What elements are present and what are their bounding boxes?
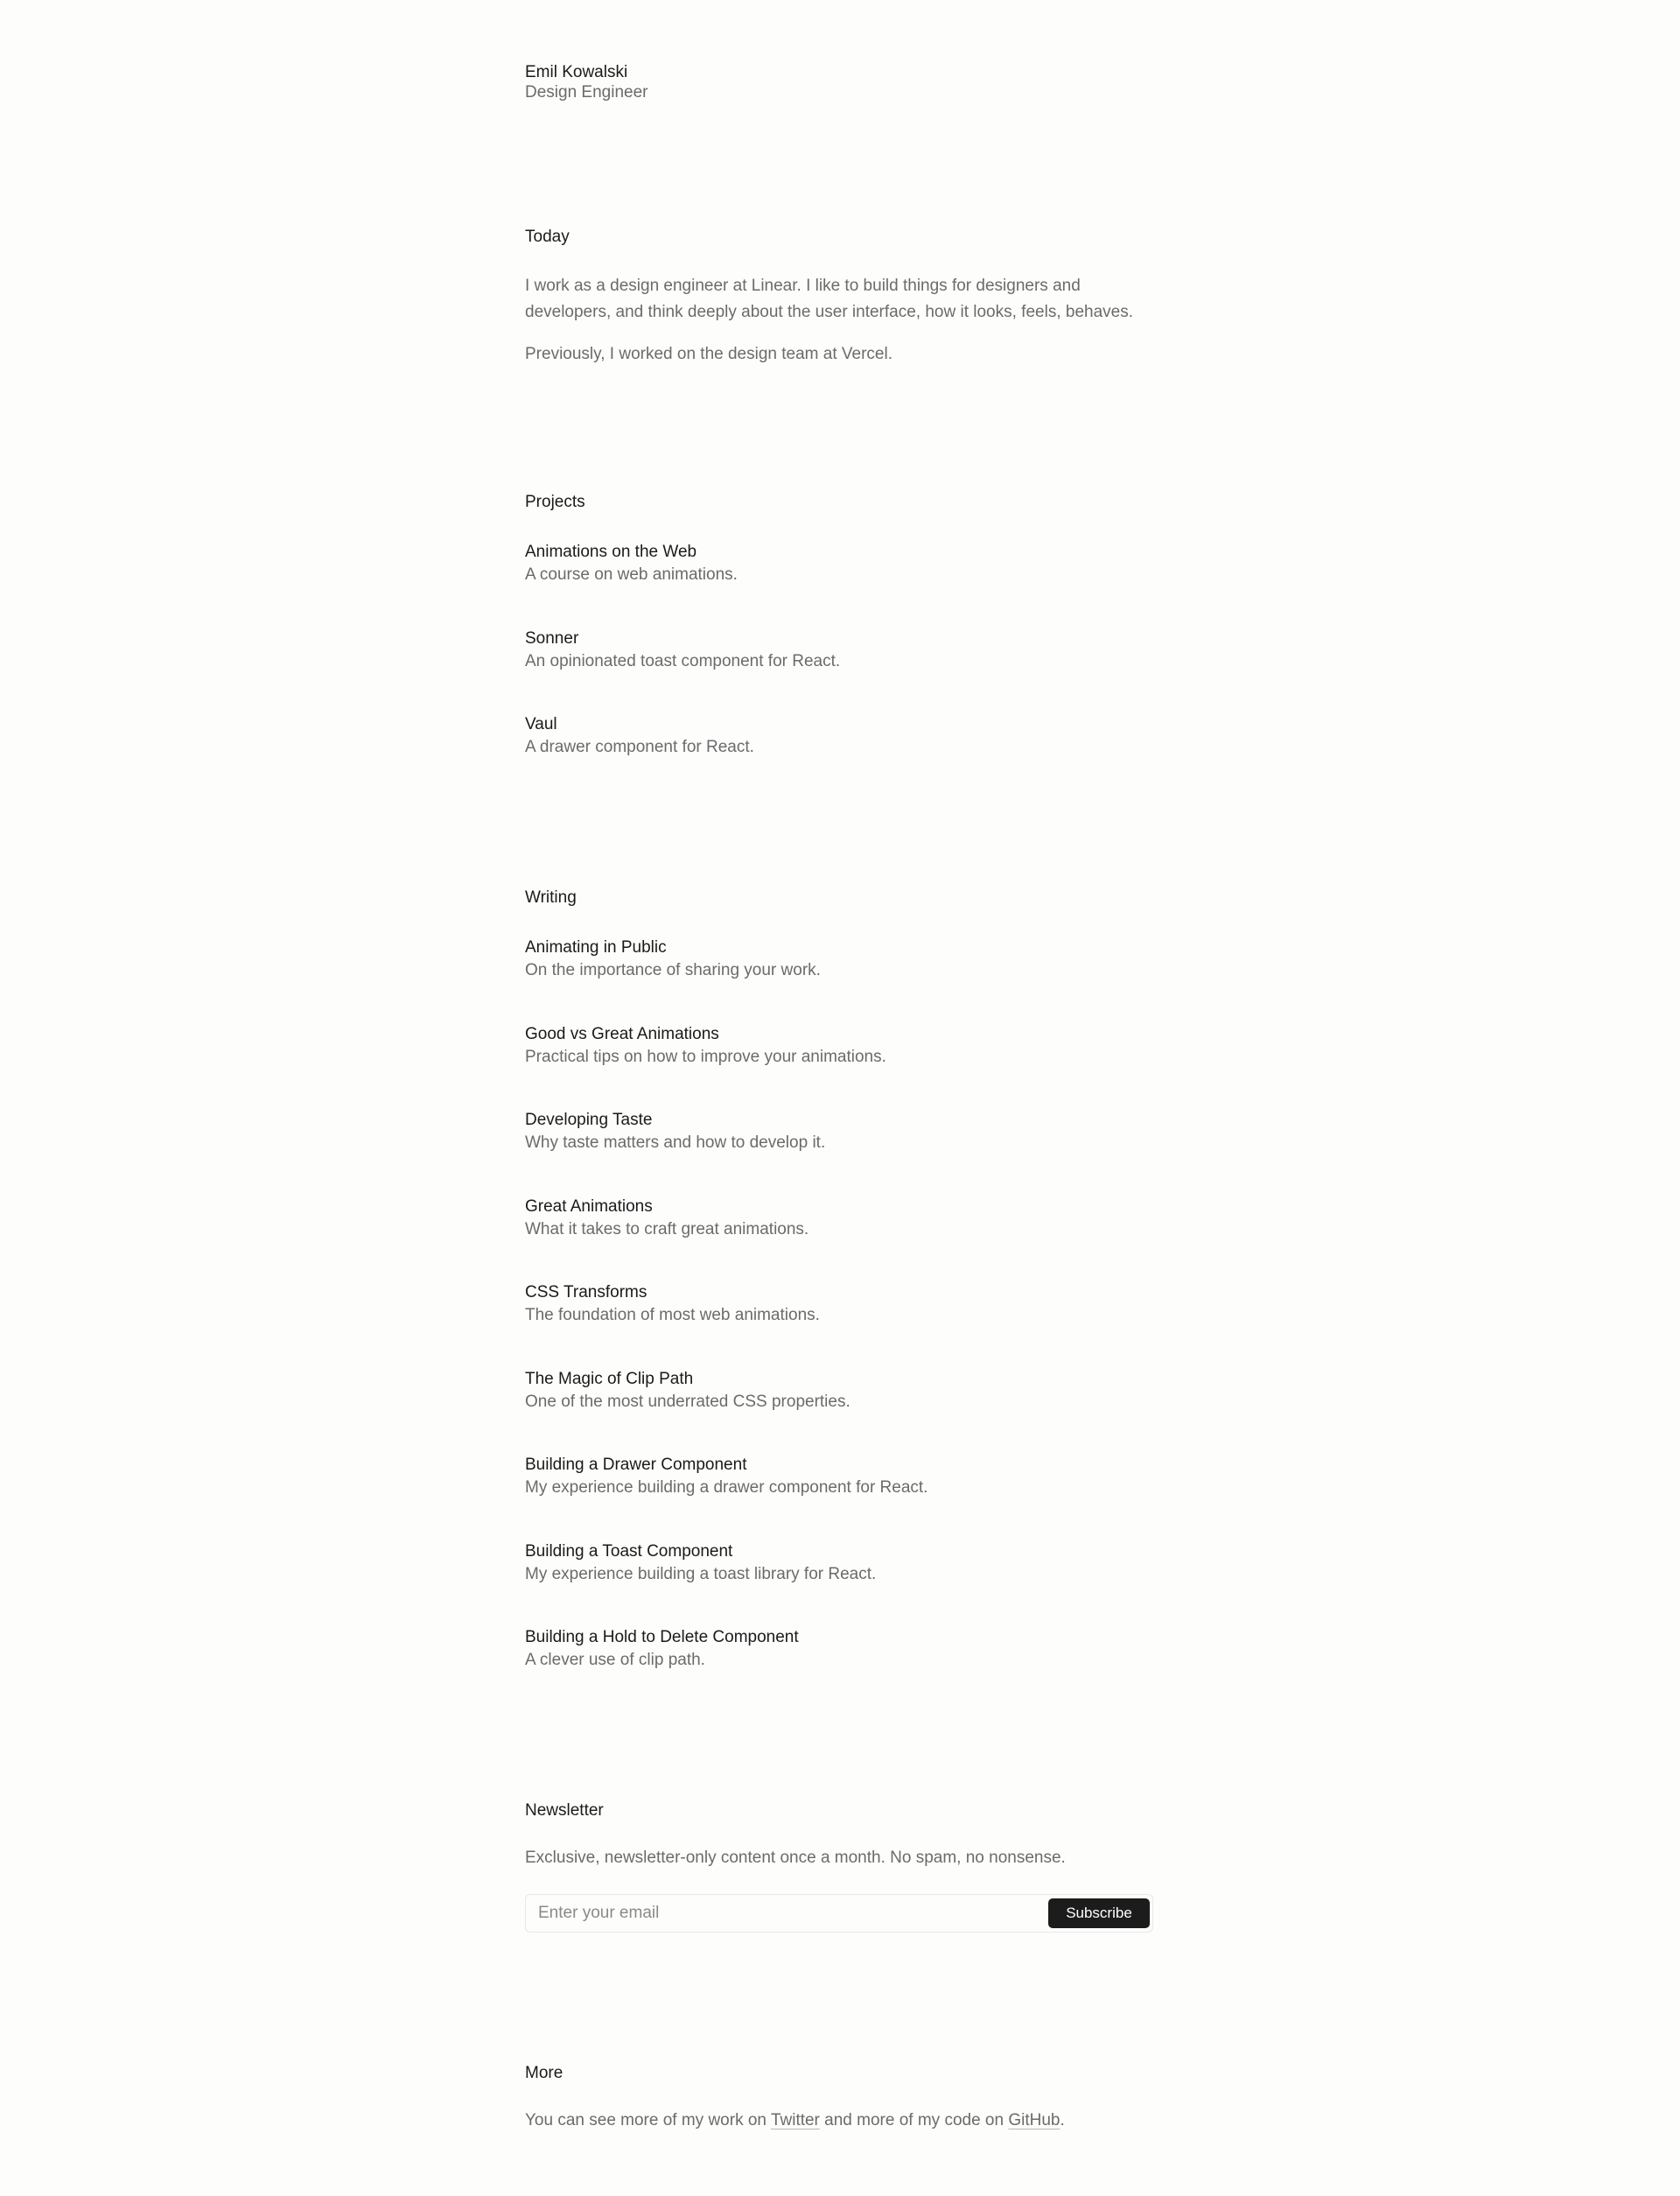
writing-item[interactable]: The Magic of Clip Path One of the most u… [525,1370,850,1412]
today-paragraph-2: Previously, I worked on the design team … [525,345,892,363]
writing-title: Building a Toast Component [525,1542,733,1561]
writing-description: A clever use of clip path. [525,1651,705,1669]
writing-item[interactable]: Great Animations What it takes to craft … [525,1197,808,1239]
subscribe-button[interactable]: Subscribe [1048,1898,1150,1928]
twitter-link[interactable]: Twitter [771,2111,820,2129]
section-title-today: Today [525,228,570,246]
section-title-newsletter: Newsletter [525,1801,604,1820]
writing-description: The foundation of most web animations. [525,1306,820,1324]
github-link[interactable]: GitHub [1008,2111,1060,2129]
more-text-before: You can see more of my work on [525,2111,771,2129]
section-title-projects: Projects [525,493,585,511]
writing-description: On the importance of sharing your work. [525,961,821,979]
more-paragraph: You can see more of my work on Twitter a… [525,2111,1065,2130]
project-item[interactable]: Animations on the Web A course on web an… [525,543,738,585]
newsletter-description: Exclusive, newsletter-only content once … [525,1849,1066,1867]
writing-title: Great Animations [525,1197,653,1216]
writing-item[interactable]: Developing Taste Why taste matters and h… [525,1111,825,1153]
writing-item[interactable]: Building a Drawer Component My experienc… [525,1456,928,1498]
writing-description: My experience building a toast library f… [525,1565,877,1583]
writing-description: My experience building a drawer componen… [525,1478,928,1497]
project-item[interactable]: Vaul A drawer component for React. [525,715,754,757]
project-description: A course on web animations. [525,565,738,584]
writing-title: Building a Drawer Component [525,1456,747,1474]
more-text-after: . [1060,2111,1065,2129]
writing-description: Practical tips on how to improve your an… [525,1048,886,1066]
writing-title: Good vs Great Animations [525,1025,719,1043]
writing-item[interactable]: Building a Hold to Delete Component A cl… [525,1628,799,1670]
writing-description: What it takes to craft great animations. [525,1220,809,1238]
writing-title: Building a Hold to Delete Component [525,1628,799,1646]
writing-title: Animating in Public [525,938,667,957]
section-title-writing: Writing [525,888,577,907]
project-title: Animations on the Web [525,543,697,561]
writing-title: Developing Taste [525,1111,653,1129]
email-input[interactable] [538,1895,1028,1932]
writing-item[interactable]: CSS Transforms The foundation of most we… [525,1283,820,1325]
project-item[interactable]: Sonner An opinionated toast component fo… [525,629,840,671]
writing-item[interactable]: Building a Toast Component My experience… [525,1542,876,1584]
writing-title: The Magic of Clip Path [525,1370,694,1388]
project-description: A drawer component for React. [525,738,754,756]
newsletter-form: Subscribe [525,1894,1153,1933]
section-title-more: More [525,2064,564,2082]
more-text-middle: and more of my code on [819,2111,1009,2129]
writing-description: One of the most underrated CSS propertie… [525,1393,850,1411]
today-paragraph-1: I work as a design engineer at Linear. I… [525,277,1133,321]
project-title: Vaul [525,715,557,733]
project-description: An opinionated toast component for React… [525,652,841,670]
writing-item[interactable]: Good vs Great Animations Practical tips … [525,1025,886,1067]
writing-description: Why taste matters and how to develop it. [525,1133,826,1152]
project-title: Sonner [525,629,579,648]
writing-item[interactable]: Animating in Public On the importance of… [525,938,821,980]
writing-title: CSS Transforms [525,1283,648,1301]
author-name[interactable]: Emil Kowalski [525,63,627,82]
author-role: Design Engineer [525,83,648,102]
